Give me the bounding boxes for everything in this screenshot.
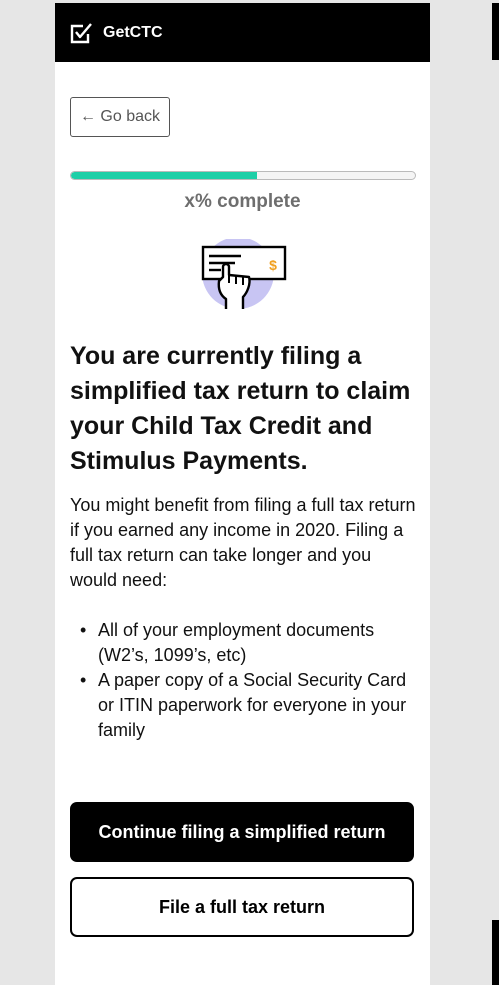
progress-bar — [70, 171, 416, 180]
continue-simplified-button[interactable]: Continue filing a simplified return — [70, 802, 414, 862]
go-back-button[interactable]: ← Go back — [70, 97, 170, 137]
app-header: GetCTC — [55, 3, 430, 62]
page-container: GetCTC ← Go back x% complete $ You are c… — [55, 3, 430, 985]
bullet-icon: • — [80, 670, 87, 690]
bullet-icon: • — [80, 620, 87, 640]
brand-name[interactable]: GetCTC — [103, 23, 163, 43]
checkbox-check-icon — [70, 23, 92, 44]
file-full-return-button[interactable]: File a full tax return — [70, 877, 414, 937]
hand-holding-check-icon: $ — [201, 239, 287, 309]
list-item: • A paper copy of a Social Security Card… — [70, 668, 415, 743]
list-item-text: A paper copy of a Social Security Card o… — [98, 670, 407, 740]
intro-text: You might benefit from filing a full tax… — [70, 495, 416, 590]
progress-fill — [71, 172, 257, 179]
page-title: You are currently filing a simplified ta… — [70, 342, 411, 475]
adjacent-panel-edge — [492, 920, 499, 985]
list-item-text: All of your employment documents (W2’s, … — [98, 620, 375, 665]
progress-label: x% complete — [184, 191, 301, 212]
dollar-sign: $ — [269, 257, 277, 273]
list-item: • All of your employment documents (W2’s… — [70, 618, 415, 668]
requirements-list: • All of your employment documents (W2’s… — [70, 618, 415, 743]
adjacent-panel-edge — [492, 3, 499, 60]
